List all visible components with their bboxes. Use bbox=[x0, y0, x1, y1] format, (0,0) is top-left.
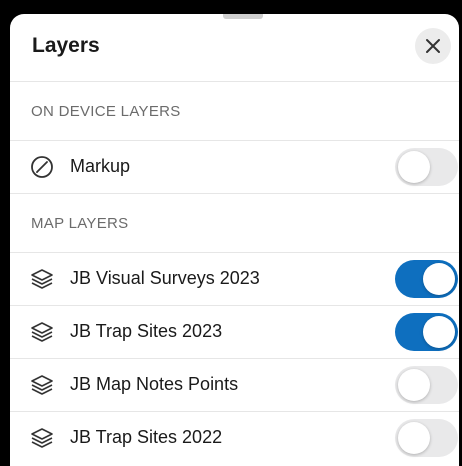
layer-label: JB Trap Sites 2022 bbox=[70, 427, 223, 447]
layer-toggle-jb-trap-sites-2023[interactable] bbox=[395, 313, 458, 351]
layer-row-jb-map-notes-points[interactable]: JB Map Notes Points bbox=[10, 359, 459, 412]
close-icon bbox=[426, 39, 440, 53]
section-label: ON DEVICE LAYERS bbox=[31, 103, 181, 120]
layer-label: JB Visual Surveys 2023 bbox=[70, 268, 260, 288]
section-map-layers: MAP LAYERS bbox=[10, 194, 459, 253]
layer-row-jb-trap-sites-2022[interactable]: JB Trap Sites 2022 bbox=[10, 412, 459, 464]
toggle-knob bbox=[423, 316, 455, 348]
layer-toggle-jb-map-notes-points[interactable] bbox=[395, 366, 458, 404]
layers-icon bbox=[31, 322, 53, 342]
layer-row-markup[interactable]: Markup bbox=[10, 141, 459, 194]
close-button[interactable] bbox=[415, 28, 451, 64]
section-on-device-layers: ON DEVICE LAYERS bbox=[10, 82, 459, 141]
toggle-knob bbox=[398, 422, 430, 454]
layers-icon bbox=[31, 269, 53, 289]
layer-label: Markup bbox=[70, 156, 131, 176]
layer-label: JB Map Notes Points bbox=[70, 374, 239, 394]
layer-label: JB Trap Sites 2023 bbox=[70, 321, 223, 341]
layer-row-jb-visual-surveys-2023[interactable]: JB Visual Surveys 2023 bbox=[10, 253, 459, 306]
panel-title: Layers bbox=[32, 34, 100, 57]
toggle-knob bbox=[423, 263, 455, 295]
layers-icon bbox=[31, 428, 53, 448]
layer-toggle-jb-trap-sites-2022[interactable] bbox=[395, 419, 458, 457]
layer-toggle-jb-visual-surveys-2023[interactable] bbox=[395, 260, 458, 298]
layer-toggle-markup[interactable] bbox=[395, 148, 458, 186]
markup-icon bbox=[31, 156, 53, 178]
section-label: MAP LAYERS bbox=[31, 215, 129, 232]
layers-panel: Layers ON DEVICE LAYERS Markup MAP LAYER… bbox=[10, 14, 459, 466]
panel-header: Layers bbox=[10, 14, 459, 82]
toggle-knob bbox=[398, 369, 430, 401]
layers-icon bbox=[31, 375, 53, 395]
toggle-knob bbox=[398, 151, 430, 183]
layer-row-jb-trap-sites-2023[interactable]: JB Trap Sites 2023 bbox=[10, 306, 459, 359]
